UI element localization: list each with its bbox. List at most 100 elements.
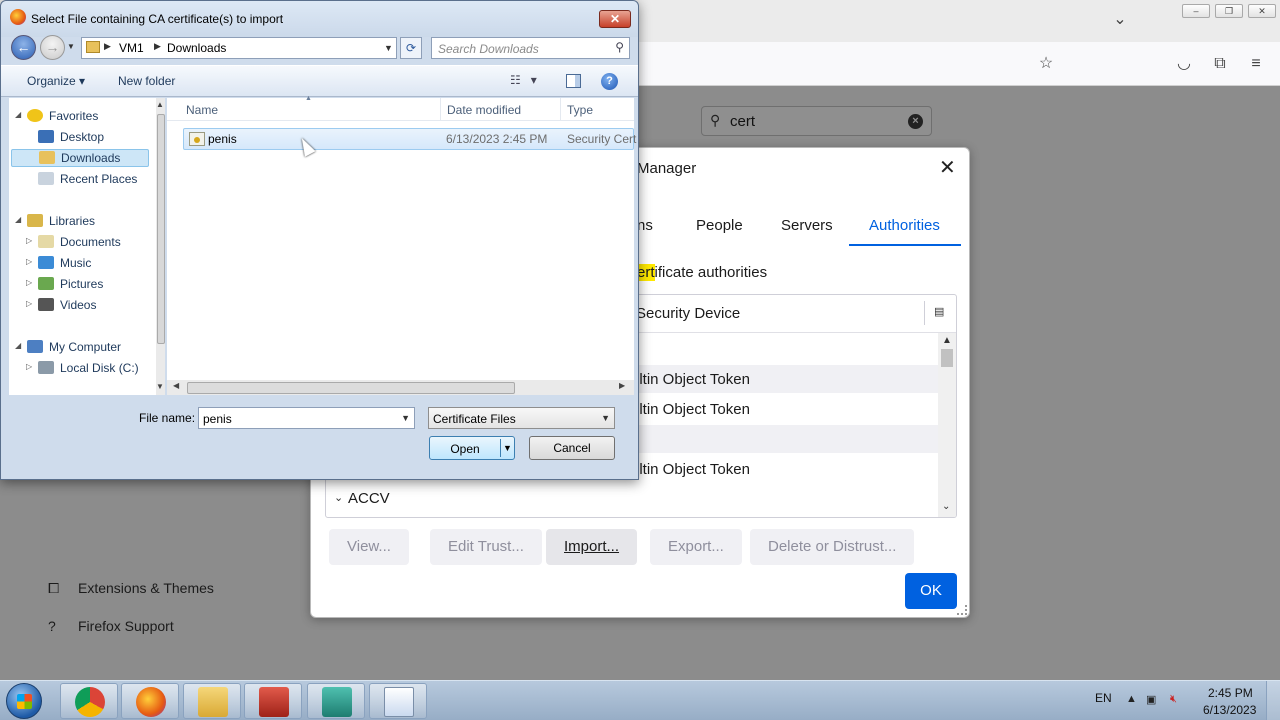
restore-button[interactable]: ❐: [1215, 4, 1243, 18]
taskbar-chrome[interactable]: [60, 683, 118, 719]
resize-grip[interactable]: [957, 605, 967, 615]
file-list[interactable]: ▲ Name Date modified Type penis 6/13/202…: [167, 95, 636, 395]
expand-triangle-icon[interactable]: ▷: [26, 362, 32, 371]
breadcrumb-item[interactable]: VM1: [119, 41, 144, 55]
scrollbar-thumb[interactable]: [187, 382, 515, 394]
scroll-right-icon[interactable]: ▶: [619, 381, 625, 390]
column-divider[interactable]: [440, 98, 441, 120]
expand-triangle-icon[interactable]: ◢: [15, 215, 21, 224]
clock-time[interactable]: 2:45 PM: [1208, 686, 1253, 700]
chevron-down-icon[interactable]: ▼: [601, 413, 610, 423]
minimize-button[interactable]: –: [1182, 4, 1210, 18]
import-button[interactable]: Import...: [546, 529, 638, 565]
expand-triangle-icon[interactable]: ◢: [15, 341, 21, 350]
view-button[interactable]: View...: [329, 529, 409, 565]
path-dropdown-icon[interactable]: ▼: [384, 43, 393, 53]
clock-date[interactable]: 6/13/2023: [1203, 703, 1256, 717]
list-all-tabs-icon[interactable]: ⌄: [1109, 10, 1131, 30]
close-window-button[interactable]: ✕: [1248, 4, 1276, 18]
nav-item-favorites[interactable]: ◢ Favorites: [15, 109, 98, 123]
clear-search-icon[interactable]: ×: [908, 114, 923, 129]
cancel-button[interactable]: Cancel: [529, 436, 615, 460]
volume-muted-icon[interactable]: 🔇︎: [1170, 693, 1177, 706]
breadcrumb-separator-icon[interactable]: ▶: [104, 41, 111, 52]
pocket-icon[interactable]: ◡: [1173, 54, 1195, 74]
vertical-scrollbar[interactable]: ▲ ⌄: [938, 333, 956, 517]
breadcrumb[interactable]: ▶ VM1 ▶ Downloads ▼: [81, 37, 397, 59]
close-icon[interactable]: ✕: [939, 158, 956, 178]
dialog-titlebar[interactable]: Select File containing CA certificate(s)…: [1, 1, 638, 37]
back-arrow-icon[interactable]: ←: [11, 35, 36, 60]
chevron-down-icon[interactable]: ▼: [401, 413, 410, 423]
tab-servers[interactable]: Servers: [781, 217, 833, 234]
extensions-icon[interactable]: ⧉: [1209, 54, 1231, 74]
expand-triangle-icon[interactable]: ▷: [26, 257, 32, 266]
taskbar-firefox[interactable]: [121, 683, 179, 719]
forward-arrow-icon[interactable]: →: [40, 35, 65, 60]
new-folder-button[interactable]: New folder: [118, 74, 175, 88]
breadcrumb-item[interactable]: Downloads: [167, 41, 226, 55]
nav-item-local-disk[interactable]: ▷ Local Disk (C:): [26, 361, 139, 375]
scroll-up-icon[interactable]: ▲: [156, 100, 164, 109]
breadcrumb-separator-icon[interactable]: ▶: [154, 41, 161, 52]
column-picker-icon[interactable]: ▤: [934, 305, 944, 318]
nav-item-videos[interactable]: ▷ Videos: [26, 298, 96, 312]
taskbar-toolbox[interactable]: [244, 683, 302, 719]
nav-item-music[interactable]: ▷ Music: [26, 256, 91, 270]
chevron-down-icon[interactable]: ⌄: [334, 491, 343, 504]
tab-people[interactable]: People: [696, 217, 743, 234]
taskbar-app[interactable]: [307, 683, 365, 719]
scrollbar-thumb[interactable]: [941, 349, 953, 367]
column-header-name[interactable]: Name: [186, 103, 218, 117]
column-header-security-device[interactable]: Security Device: [636, 305, 740, 322]
taskbar-explorer[interactable]: [183, 683, 241, 719]
help-icon[interactable]: ?: [601, 73, 618, 90]
show-hidden-icons-icon[interactable]: ▲: [1126, 693, 1137, 705]
language-indicator[interactable]: EN: [1095, 691, 1112, 705]
nav-item-desktop[interactable]: Desktop: [38, 130, 104, 144]
taskbar-notepad[interactable]: [369, 683, 427, 719]
column-divider[interactable]: [560, 98, 561, 120]
scroll-down-icon[interactable]: ▼: [156, 382, 164, 391]
tab-certificates[interactable]: ns: [637, 217, 653, 234]
file-type-select[interactable]: Certificate Files ▼: [428, 407, 615, 429]
expand-triangle-icon[interactable]: ◢: [15, 110, 21, 119]
refresh-icon[interactable]: ⟳: [400, 37, 422, 59]
settings-search-input[interactable]: ⚲ cert ×: [701, 106, 932, 136]
export-button[interactable]: Export...: [650, 529, 742, 565]
show-desktop-button[interactable]: [1266, 681, 1280, 720]
scrollbar-thumb[interactable]: [157, 114, 165, 344]
nav-item-downloads[interactable]: Downloads: [11, 149, 149, 167]
search-input[interactable]: Search Downloads ⚲: [431, 37, 630, 59]
organize-button[interactable]: Organize ▾: [27, 74, 85, 88]
column-header-type[interactable]: Type: [567, 103, 593, 117]
tree-group-row[interactable]: ⌄ ACCV: [326, 485, 938, 513]
bookmark-star-icon[interactable]: ☆: [1035, 54, 1057, 74]
nav-item-documents[interactable]: ▷ Documents: [26, 235, 121, 249]
nav-item-libraries[interactable]: ◢ Libraries: [15, 214, 95, 228]
expand-triangle-icon[interactable]: ▷: [26, 299, 32, 308]
expand-triangle-icon[interactable]: ▷: [26, 278, 32, 287]
scroll-down-icon[interactable]: ⌄: [942, 501, 950, 512]
close-button[interactable]: ✕: [599, 10, 631, 28]
menu-icon[interactable]: ≡: [1245, 54, 1267, 74]
change-view-icon[interactable]: ☷ ▾: [510, 73, 537, 87]
sidebar-item-support[interactable]: ? Firefox Support: [48, 618, 174, 634]
scroll-up-icon[interactable]: ▲: [942, 335, 952, 346]
horizontal-scrollbar[interactable]: ◀ ▶: [167, 380, 634, 395]
vertical-scrollbar[interactable]: ▲ ▼: [156, 98, 165, 395]
chevron-down-icon[interactable]: ▼: [503, 443, 512, 453]
recent-locations-dropdown-icon[interactable]: ▼: [67, 42, 75, 51]
tab-authorities[interactable]: Authorities: [869, 217, 940, 234]
scroll-left-icon[interactable]: ◀: [173, 381, 179, 390]
column-header-date-modified[interactable]: Date modified: [447, 103, 521, 117]
open-button[interactable]: Open ▼: [429, 436, 515, 460]
file-name-field[interactable]: penis ▼: [198, 407, 415, 429]
edit-trust-button[interactable]: Edit Trust...: [430, 529, 542, 565]
delete-or-distrust-button[interactable]: Delete or Distrust...: [750, 529, 915, 565]
preview-pane-icon[interactable]: [566, 74, 581, 88]
ok-button[interactable]: OK: [905, 573, 957, 609]
start-button[interactable]: [6, 683, 42, 719]
nav-item-pictures[interactable]: ▷ Pictures: [26, 277, 103, 291]
nav-item-my-computer[interactable]: ◢ My Computer: [15, 340, 121, 354]
